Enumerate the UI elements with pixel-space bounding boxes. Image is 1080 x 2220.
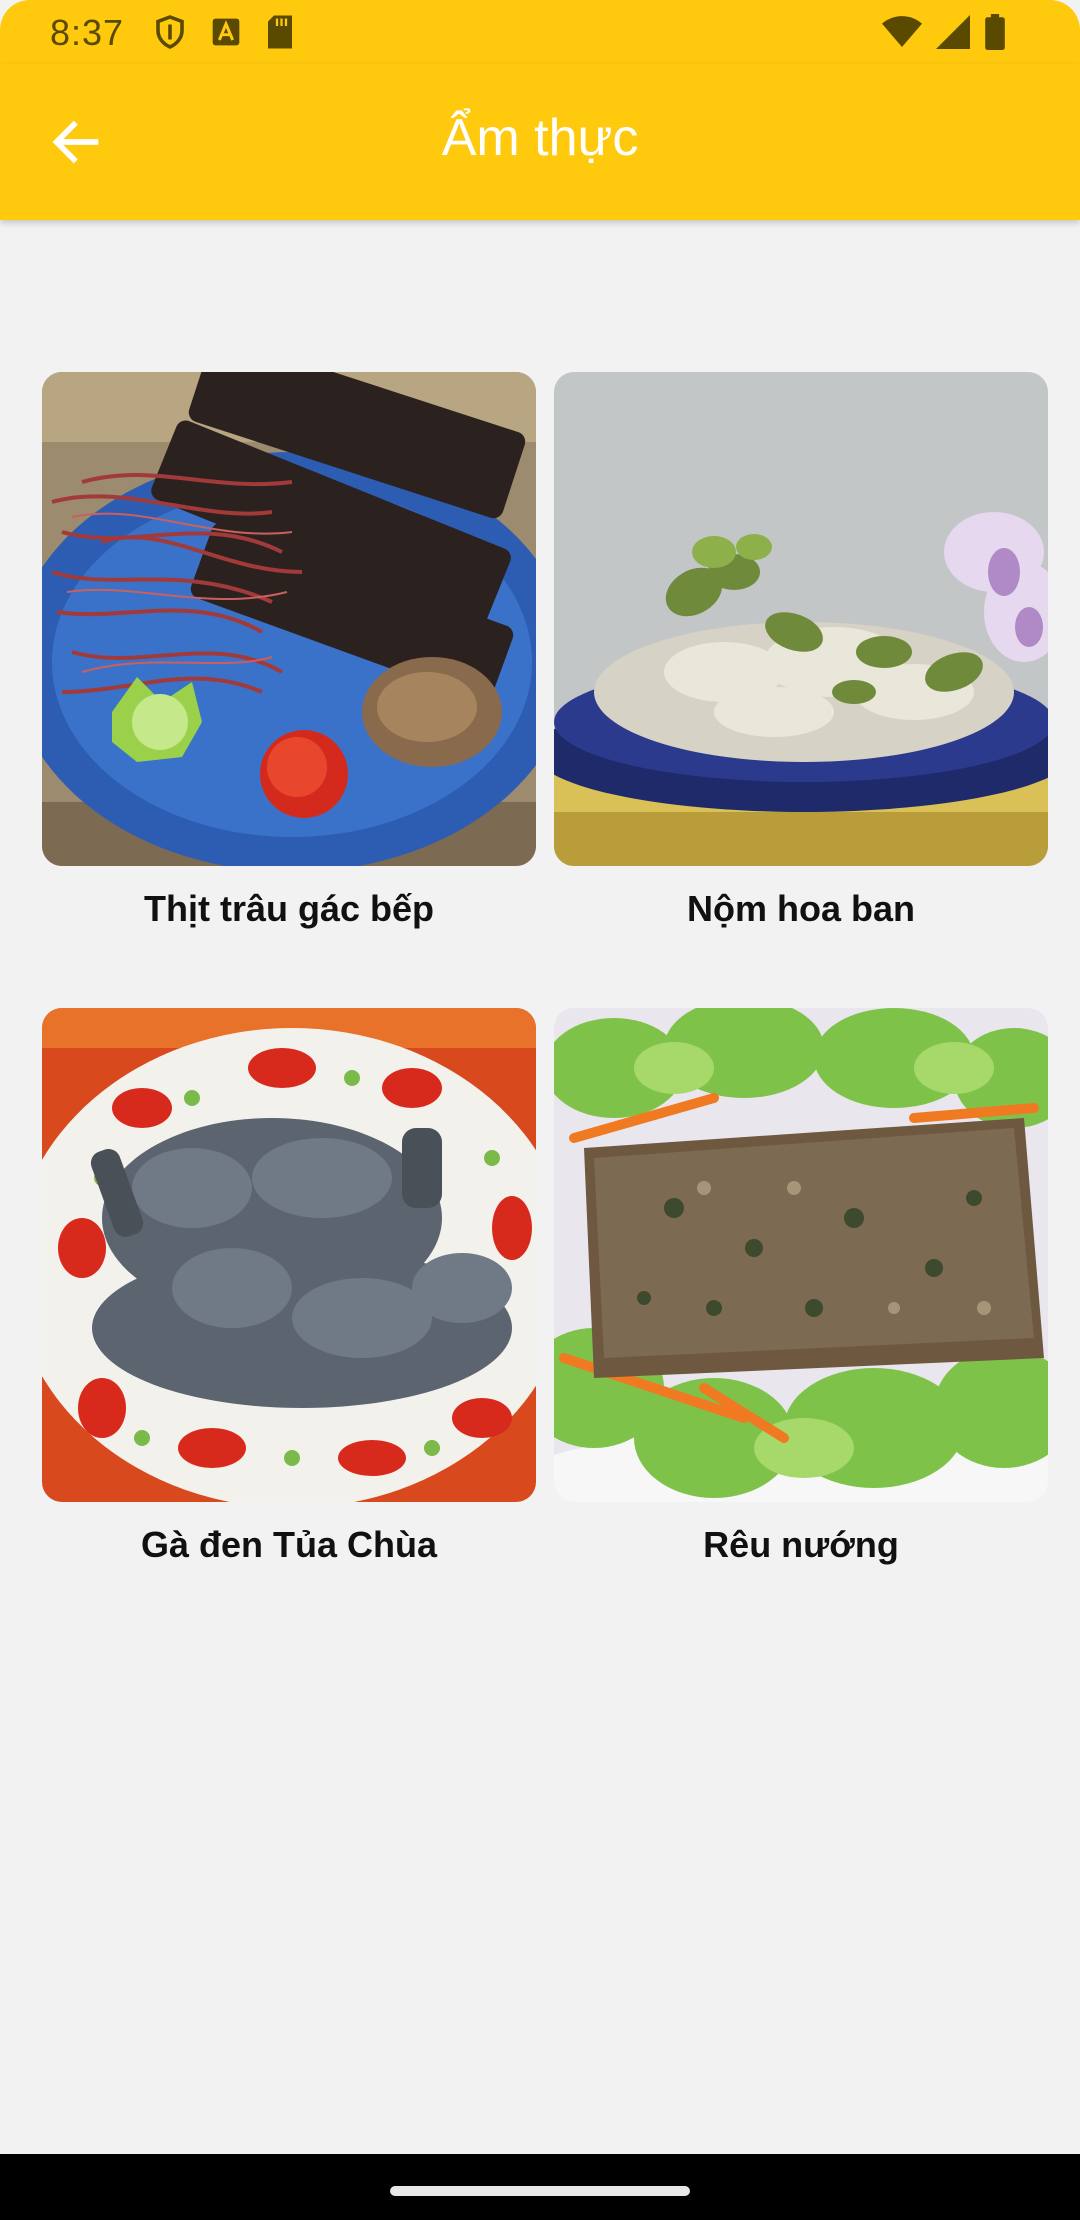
dish-image bbox=[42, 1008, 536, 1502]
dish-card[interactable]: Nộm hoa ban bbox=[554, 372, 1048, 948]
status-icons-right bbox=[882, 14, 1006, 55]
home-gesture-handle[interactable] bbox=[390, 2186, 690, 2196]
dish-image bbox=[554, 1008, 1048, 1502]
battery-icon bbox=[984, 14, 1006, 55]
dish-card[interactable]: Thịt trâu gác bếp bbox=[42, 372, 536, 948]
dish-image bbox=[42, 372, 536, 866]
a-badge-icon bbox=[210, 16, 242, 53]
dish-card[interactable]: Gà đen Tủa Chùa bbox=[42, 1008, 536, 1584]
shield-icon bbox=[152, 14, 188, 55]
dish-image bbox=[554, 372, 1048, 866]
dish-name: Nộm hoa ban bbox=[686, 888, 915, 929]
status-bar: 8:37 bbox=[0, 0, 1080, 64]
page-title: Ẩm thực bbox=[441, 109, 639, 167]
app-bar: Ẩm thực bbox=[0, 64, 1080, 220]
dish-grid: Thịt trâu gác bếp Nộm hoa ban Gà đen Tủa… bbox=[42, 372, 1050, 1584]
dish-name: Gà đen Tủa Chùa bbox=[140, 1524, 438, 1565]
status-icons-left bbox=[152, 14, 296, 55]
signal-icon bbox=[936, 15, 970, 54]
dish-card[interactable]: Rêu nướng bbox=[554, 1008, 1048, 1584]
wifi-icon bbox=[882, 15, 922, 54]
sd-card-icon bbox=[264, 14, 296, 55]
dish-name: Thịt trâu gác bếp bbox=[143, 888, 435, 929]
status-time: 8:37 bbox=[50, 12, 125, 53]
dish-name: Rêu nướng bbox=[703, 1524, 899, 1565]
